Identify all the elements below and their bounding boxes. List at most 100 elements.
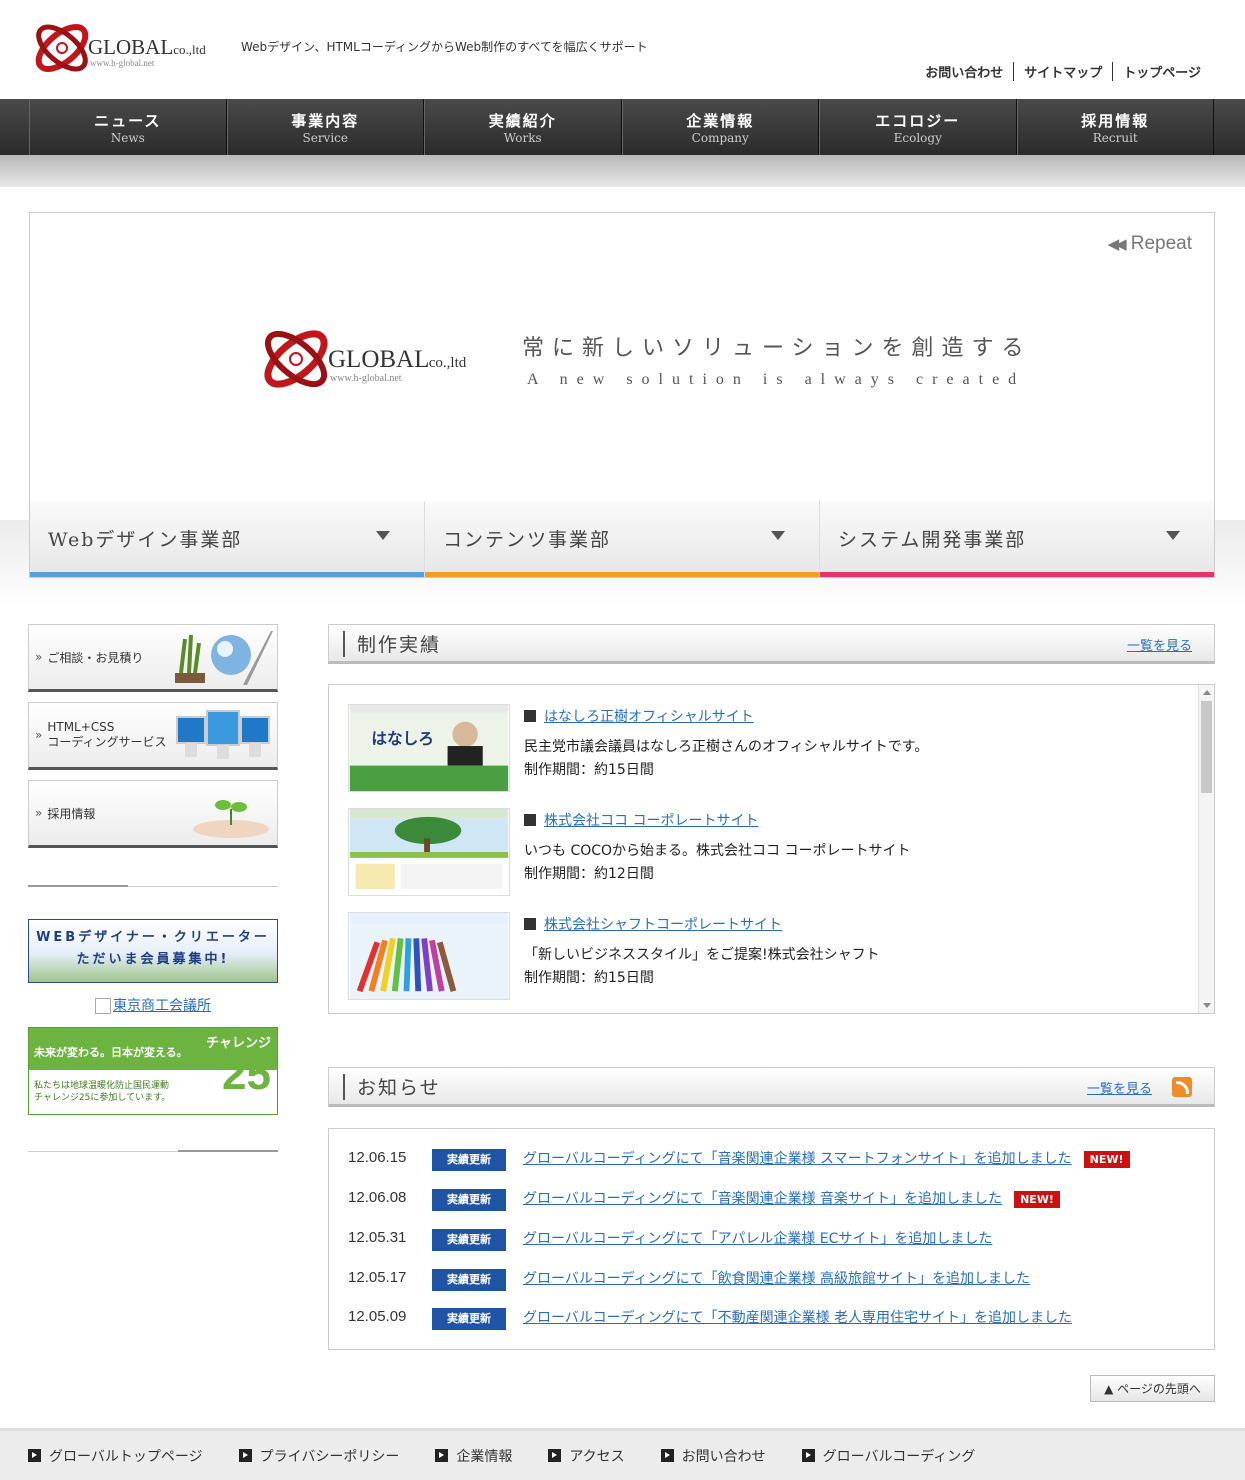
nav-works[interactable]: 実績紹介 Works bbox=[424, 99, 622, 155]
work-desc: いつも COCOから始まる。株式会社ココ コーポレートサイト bbox=[524, 843, 911, 859]
sidebar: » ご相談・お見積り » HTML+CSS コーディングサービス » 採用情報 bbox=[28, 624, 278, 1152]
sitemap-link[interactable]: サイトマップ bbox=[1013, 62, 1112, 81]
nav-label-jp: 事業内容 bbox=[291, 112, 360, 130]
status-badge: 実績更新 bbox=[432, 1149, 506, 1171]
nav-recruit[interactable]: 採用情報 Recruit bbox=[1016, 99, 1214, 155]
banner-line: WEBデザイナー・クリエーター bbox=[36, 930, 270, 945]
footer-link-label: グローバルトップページ bbox=[49, 1448, 203, 1465]
list-item: 12.06.15 実績更新 グローバルコーディングにて「音楽関連企業様 スマート… bbox=[348, 1147, 1198, 1171]
hero-slogan-jp: 常に新しいソリューションを創造する bbox=[522, 336, 1032, 361]
work-period: 制作期間：約15日間 bbox=[524, 970, 654, 986]
news-link[interactable]: グローバルコーディングにて「不動産関連企業様 老人専用住宅サイト」を追加しました bbox=[523, 1310, 1072, 1326]
scroll-up-icon[interactable] bbox=[1203, 690, 1211, 695]
scrollbar-thumb[interactable] bbox=[1201, 701, 1212, 793]
nav-ecology[interactable]: エコロジー Ecology bbox=[819, 99, 1017, 155]
news-link[interactable]: グローバルコーディングにて「音楽関連企業様 音楽サイト」を追加しました bbox=[523, 1191, 1002, 1207]
sidebar-button-label: ご相談・お見積り bbox=[47, 650, 144, 665]
work-title-link[interactable]: 株式会社ココ コーポレートサイト bbox=[544, 813, 758, 829]
works-more-link[interactable]: 一覧を見る bbox=[1127, 635, 1192, 654]
broken-image-icon bbox=[95, 998, 111, 1014]
works-heading: 制作実績 一覧を見る bbox=[328, 624, 1215, 664]
tab-contents[interactable]: コンテンツ事業部 bbox=[425, 501, 820, 577]
work-desc: 民主党市議会議員はなしろ正樹さんのオフィシャルサイトです。 bbox=[524, 739, 929, 755]
work-title[interactable]: 株式会社シャフトコーポレートサイト bbox=[524, 914, 782, 934]
challenge-bottom: 私たちは地球温暖化防止国民運動 チャレンジ25に参加しています。 bbox=[34, 1080, 170, 1104]
nav-label-en: Service bbox=[302, 131, 349, 145]
svg-text:.co.,ltd: .co.,ltd bbox=[425, 355, 467, 371]
list-item: 株式会社シャフトコーポレートサイト 「新しいビジネススタイル」をご提案!株式会社… bbox=[348, 912, 1188, 1002]
footer-link-privacy[interactable]: プライバシーポリシー bbox=[238, 1446, 399, 1466]
tab-system-dev[interactable]: システム開発事業部 bbox=[820, 501, 1214, 577]
tab-color-bar bbox=[820, 572, 1214, 577]
footer-link-top[interactable]: グローバルトップページ bbox=[28, 1446, 203, 1466]
site-header: GLOBAL .co.,ltd www.h-global.net Webデザイン… bbox=[0, 0, 1245, 99]
footer-link-contact[interactable]: お問い合わせ bbox=[660, 1446, 766, 1466]
contact-link[interactable]: お問い合わせ bbox=[915, 62, 1013, 81]
repeat-label: Repeat bbox=[1130, 233, 1192, 254]
work-title-link[interactable]: 株式会社シャフトコーポレートサイト bbox=[544, 917, 782, 933]
nav-label-en: Recruit bbox=[1092, 131, 1138, 145]
nav-company[interactable]: 企業情報 Company bbox=[621, 99, 819, 155]
recruit-button[interactable]: » 採用情報 bbox=[28, 780, 278, 848]
list-item: 12.06.08 実績更新 グローバルコーディングにて「音楽関連企業様 音楽サイ… bbox=[348, 1187, 1198, 1211]
footer-link-company[interactable]: 企業情報 bbox=[435, 1446, 512, 1466]
list-item: 株式会社ココ コーポレートサイト いつも COCOから始まる。株式会社ココ コー… bbox=[348, 808, 1188, 898]
news-link[interactable]: グローバルコーディングにて「アパレル企業様 ECサイト」を追加しました bbox=[523, 1231, 992, 1247]
challenge25-banner[interactable]: 未来が変わる。日本が変える。 チャレンジ 25 私たちは地球温暖化防止国民運動チ… bbox=[28, 1027, 278, 1115]
sprout-hands-icon bbox=[193, 800, 269, 838]
footer-link-coding[interactable]: グローバルコーディング bbox=[801, 1446, 975, 1466]
challenge-number: 25 bbox=[222, 1050, 271, 1099]
work-title[interactable]: 株式会社ココ コーポレートサイト bbox=[524, 810, 758, 830]
global-nav: ニュース News 事業内容 Service 実績紹介 Works 企業情報 Compa… bbox=[0, 99, 1245, 155]
work-desc: 「新しいビジネススタイル」をご提案!株式会社シャフト bbox=[524, 947, 880, 963]
page-top-button[interactable]: ▲ ページの先頭へ bbox=[1090, 1375, 1215, 1402]
work-title[interactable]: はなしろ正樹オフィシャルサイト bbox=[524, 706, 754, 726]
nav-label-jp: ニュース bbox=[94, 112, 162, 130]
nav-label-jp: 企業情報 bbox=[686, 112, 755, 130]
news-list: 12.06.15 実績更新 グローバルコーディングにて「音楽関連企業様 スマート… bbox=[328, 1128, 1215, 1350]
sidebar-divider bbox=[28, 1150, 278, 1152]
work-thumbnail[interactable] bbox=[348, 912, 510, 1000]
list-item: 12.05.31 実績更新 グローバルコーディングにて「アパレル企業様 ECサイ… bbox=[348, 1227, 1198, 1251]
section-title: お知らせ bbox=[357, 1077, 441, 1099]
coding-service-button[interactable]: » HTML+CSS コーディングサービス bbox=[28, 702, 278, 770]
challenge-bottom-line: チャレンジ25に参加しています。 bbox=[34, 1093, 171, 1103]
consult-button[interactable]: » ご相談・お見積り bbox=[28, 624, 278, 692]
banner-line: ただいま会員募集中! bbox=[76, 952, 230, 967]
nav-label-jp: 実績紹介 bbox=[488, 112, 557, 130]
nav-label-jp: 採用情報 bbox=[1081, 112, 1150, 130]
nav-label-en: Ecology bbox=[893, 131, 942, 145]
triangle-down-icon bbox=[771, 531, 785, 540]
list-item: はなしろ はなしろ正樹オフィシャルサイト 民主党市議会議員はなしろ正樹さんのオフ… bbox=[348, 704, 1188, 794]
work-thumbnail[interactable]: はなしろ bbox=[348, 704, 510, 792]
footer-nav: グローバルトップページ プライバシーポリシー 企業情報 アクセス お問い合わせ … bbox=[0, 1428, 1245, 1480]
scroll-down-icon[interactable] bbox=[1203, 1003, 1211, 1008]
plant-globe-laptop-icon bbox=[175, 631, 273, 685]
tokyo-chamber-link[interactable]: 東京商工会議所 bbox=[28, 995, 278, 1015]
status-badge: 実績更新 bbox=[432, 1308, 506, 1330]
nav-service[interactable]: 事業内容 Service bbox=[226, 99, 424, 155]
chevron-right-icon: » bbox=[35, 728, 43, 742]
nav-news[interactable]: ニュース News bbox=[29, 99, 227, 155]
member-recruit-banner[interactable]: WEBデザイナー・クリエーター ただいま会員募集中! bbox=[28, 919, 278, 983]
work-period: 制作期間：約12日間 bbox=[524, 866, 654, 882]
news-link[interactable]: グローバルコーディングにて「飲食関連企業様 高級旅館サイト」を追加しました bbox=[523, 1271, 1030, 1287]
play-icon bbox=[238, 1449, 252, 1462]
news-link[interactable]: グローバルコーディングにて「音楽関連企業様 スマートフォンサイト」を追加しました bbox=[523, 1151, 1072, 1167]
news-more-link[interactable]: 一覧を見る bbox=[1087, 1078, 1152, 1097]
footer-link-label: 企業情報 bbox=[456, 1448, 513, 1465]
repeat-button[interactable]: ◀◀ Repeat bbox=[1108, 233, 1192, 255]
tab-web-design[interactable]: Webデザイン事業部 bbox=[30, 501, 425, 577]
toppage-link[interactable]: トップページ bbox=[1112, 62, 1211, 81]
work-period: 制作期間：約15日間 bbox=[524, 762, 654, 778]
work-title-link[interactable]: はなしろ正樹オフィシャルサイト bbox=[544, 709, 754, 725]
footer-link-label: アクセス bbox=[569, 1448, 625, 1465]
nav-label-en: Works bbox=[503, 131, 542, 145]
work-thumbnail[interactable] bbox=[348, 808, 510, 896]
footer-link-access[interactable]: アクセス bbox=[548, 1446, 625, 1466]
news-heading: お知らせ 一覧を見る bbox=[328, 1067, 1215, 1107]
works-scrollbar[interactable] bbox=[1198, 685, 1214, 1013]
global-logo[interactable]: GLOBAL .co.,ltd www.h-global.net bbox=[30, 10, 230, 86]
rewind-icon: ◀◀ bbox=[1107, 236, 1127, 253]
rss-icon[interactable] bbox=[1172, 1077, 1192, 1097]
